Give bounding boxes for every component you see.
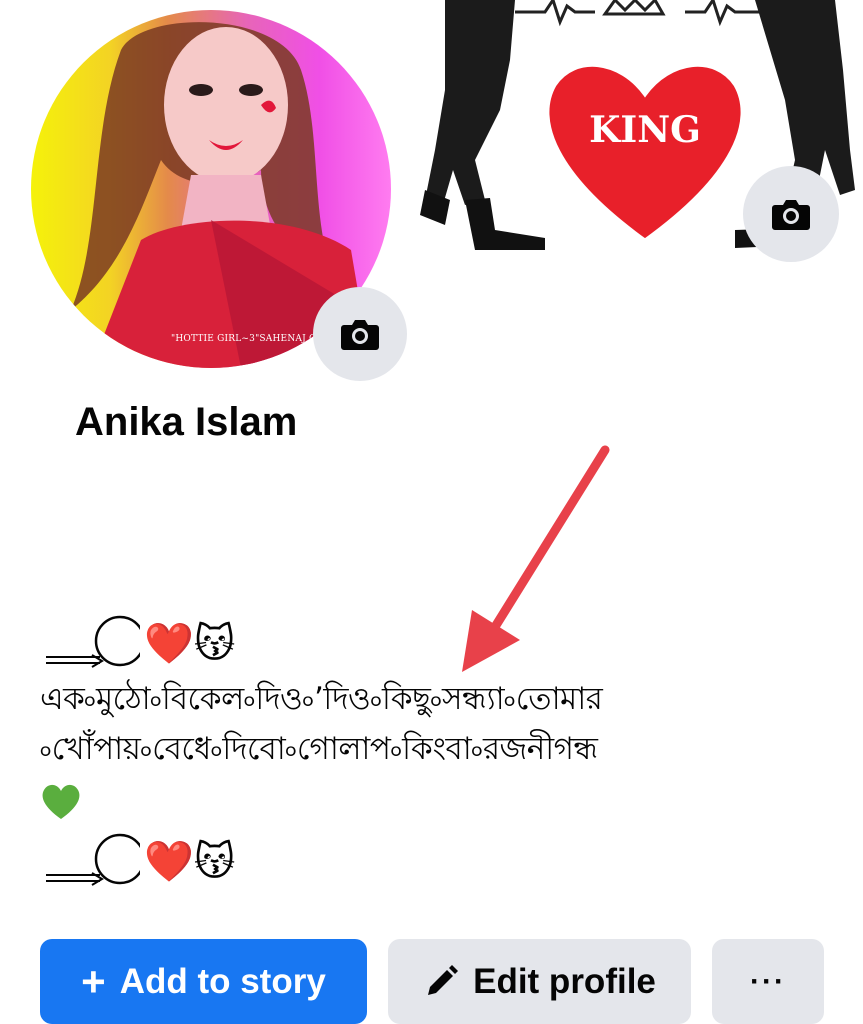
more-icon: ···: [750, 964, 786, 998]
avatar-camera-button[interactable]: [313, 287, 407, 381]
edit-profile-button[interactable]: Edit profile: [388, 939, 691, 1024]
plus-icon: +: [81, 957, 106, 1005]
camera-icon: [341, 320, 379, 350]
heart-cat-emoji: ❤️😽: [144, 621, 236, 666]
more-options-button[interactable]: ···: [712, 939, 824, 1024]
arrow-circle-icon: [46, 615, 140, 668]
bio: ❤️😽 এক৹মুঠো৹বিকেল৹দিও৹’দিও৹কিছু৹সন্ধ্যা৹…: [40, 612, 840, 892]
bio-line-2: ৹খোঁপায়৹বেধে৹দিবো৹গোলাপ৹কিংবা৹রজনীগন্ধ: [40, 731, 598, 767]
profile-name: Anika Islam: [75, 400, 298, 444]
bio-green-heart: [40, 774, 840, 830]
bio-line-1: এক৹মুঠো৹বিকেল৹দিও৹’দিও৹কিছু৹সন্ধ্যা৹তোমা…: [40, 681, 603, 717]
heart-icon: [42, 784, 80, 819]
add-to-story-button[interactable]: + Add to story: [40, 939, 367, 1024]
cover-king-text: KING: [589, 109, 701, 151]
heart-cat-emoji: ❤️😽: [144, 839, 236, 884]
bio-decoration-bottom: ❤️😽: [40, 830, 840, 892]
camera-icon: [772, 200, 810, 230]
edit-profile-label: Edit profile: [473, 961, 656, 1001]
add-to-story-label: Add to story: [119, 961, 326, 1001]
cover-camera-button[interactable]: [743, 166, 839, 262]
bio-decoration-top: ❤️😽: [40, 612, 840, 674]
arrow-circle-icon: [46, 833, 140, 886]
pencil-icon: [428, 964, 459, 995]
